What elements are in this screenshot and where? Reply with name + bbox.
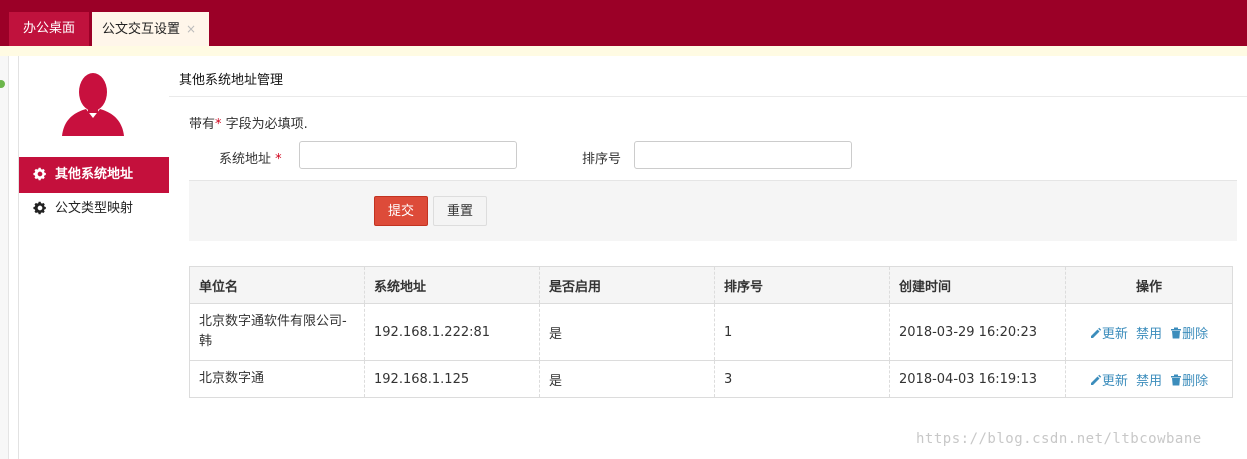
disable-link[interactable]: 禁用 [1136, 374, 1162, 389]
cell-unit: 北京数字通 [189, 360, 365, 398]
required-star: * [275, 152, 282, 167]
cell-address: 192.168.1.125 [364, 360, 540, 398]
pencil-icon [1090, 327, 1102, 338]
update-label: 更新 [1101, 373, 1128, 389]
required-fields-note: 带有* 字段为必填项. [189, 113, 308, 132]
table-header-row: 单位名 系统地址 是否启用 排序号 创建时间 操作 [189, 266, 1233, 304]
delete-label: 删除 [1182, 326, 1209, 342]
column-header-enabled[interactable]: 是否启用 [539, 266, 715, 304]
update-link[interactable]: 更新 [1090, 327, 1128, 342]
cell-actions: 更新 禁用 删除 [1065, 303, 1233, 361]
column-header-address[interactable]: 系统地址 [364, 266, 540, 304]
cell-order: 1 [714, 303, 890, 361]
disable-link[interactable]: 禁用 [1136, 327, 1162, 342]
cell-unit: 北京数字通软件有限公司-韩 [189, 303, 365, 361]
cell-enabled: 是 [539, 360, 715, 398]
reset-button[interactable]: 重置 [433, 196, 487, 226]
cell-address: 192.168.1.222:81 [364, 303, 540, 361]
trash-icon [1171, 327, 1182, 339]
cell-actions: 更新 禁用 删除 [1065, 360, 1233, 398]
sidebar-item-label: 其他系统地址 [55, 167, 134, 182]
required-note-suffix: 字段为必填项. [221, 117, 308, 132]
address-table: 单位名 系统地址 是否启用 排序号 创建时间 操作 北京数字通软件有限公司-韩 … [189, 266, 1233, 398]
gear-icon [33, 201, 46, 214]
cell-created: 2018-03-29 16:20:23 [889, 303, 1066, 361]
order-input[interactable] [634, 141, 852, 169]
form-actions: 提交 重置 [189, 181, 1237, 241]
table-row: 北京数字通 192.168.1.125 是 3 2018-04-03 16:19… [189, 360, 1233, 398]
column-header-created[interactable]: 创建时间 [889, 266, 1066, 304]
address-label-text: 系统地址 [219, 152, 272, 167]
column-header-unit[interactable]: 单位名 [189, 266, 365, 304]
address-field-label: 系统地址 * [219, 148, 282, 167]
address-input[interactable] [299, 141, 517, 169]
trash-icon [1171, 374, 1182, 386]
order-field-label: 排序号 [582, 152, 622, 167]
cell-enabled: 是 [539, 303, 715, 361]
delete-link[interactable]: 删除 [1170, 374, 1208, 389]
cell-order: 3 [714, 360, 890, 398]
pencil-icon [1090, 374, 1102, 385]
column-header-order[interactable]: 排序号 [714, 266, 890, 304]
update-link[interactable]: 更新 [1090, 374, 1128, 389]
watermark: https://blog.csdn.net/ltbcowbane [916, 431, 1202, 447]
tab-bar-underline [0, 46, 1247, 56]
submit-button[interactable]: 提交 [374, 196, 428, 226]
user-avatar-icon [62, 73, 124, 136]
avatar [60, 72, 126, 136]
close-icon[interactable]: × [186, 22, 196, 36]
delete-label: 删除 [1182, 373, 1209, 389]
delete-link[interactable]: 删除 [1170, 327, 1208, 342]
sidebar-item-doc-type-mapping[interactable]: 公文类型映射 [19, 191, 169, 227]
page-title: 其他系统地址管理 [179, 73, 284, 88]
sidebar: 其他系统地址 公文类型映射 [18, 56, 170, 459]
gear-icon [33, 167, 46, 180]
sidebar-item-label: 公文类型映射 [55, 201, 134, 216]
panel-header: 其他系统地址管理 [169, 56, 1247, 97]
column-header-actions: 操作 [1065, 266, 1233, 304]
tab-label: 公文交互设置 [102, 22, 181, 37]
tab-doc-interaction-settings[interactable]: 公文交互设置 × [92, 12, 209, 46]
required-note-prefix: 带有 [189, 117, 216, 132]
sidebar-item-other-system-address[interactable]: 其他系统地址 [19, 157, 169, 193]
top-tab-bar: 办公桌面 公文交互设置 × [0, 0, 1247, 46]
cell-created: 2018-04-03 16:19:13 [889, 360, 1066, 398]
update-label: 更新 [1101, 326, 1128, 342]
left-edge-strip [0, 56, 9, 459]
main-panel: 其他系统地址管理 带有* 字段为必填项. 系统地址 * 排序号 提交 重置 单位… [169, 56, 1247, 459]
tab-office-desktop[interactable]: 办公桌面 [9, 12, 89, 46]
table-row: 北京数字通软件有限公司-韩 192.168.1.222:81 是 1 2018-… [189, 303, 1233, 361]
